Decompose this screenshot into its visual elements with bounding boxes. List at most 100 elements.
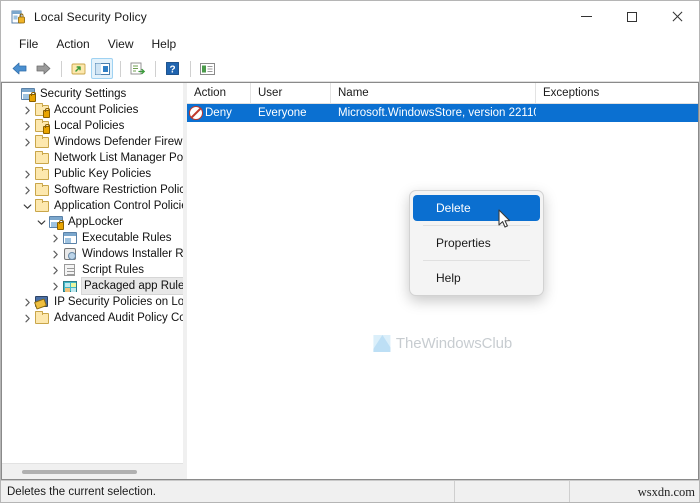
window-title: Local Security Policy: [34, 9, 147, 24]
menu-help[interactable]: Help: [143, 35, 186, 54]
menu-view[interactable]: View: [99, 35, 143, 54]
tree-item-label: Security Settings: [40, 88, 127, 100]
menu-action[interactable]: Action: [47, 35, 98, 54]
folder-icon: [34, 310, 50, 326]
console-tree[interactable]: Security Settings Account Policies Local P…: [2, 83, 183, 463]
context-menu-item-help[interactable]: Help: [413, 265, 540, 291]
chevron-none: [6, 86, 20, 102]
cell-name: Microsoft.WindowsStore, version 22110...: [338, 107, 536, 119]
status-bar: Deletes the current selection.: [1, 480, 699, 502]
toolbar: ?: [1, 56, 699, 82]
close-button[interactable]: [654, 1, 699, 32]
title-bar: Local Security Policy: [1, 1, 699, 32]
forward-icon[interactable]: [32, 58, 54, 79]
tree-item[interactable]: Security Settings: [2, 86, 183, 102]
security-policy-icon: [10, 9, 26, 25]
deny-icon: [189, 106, 203, 120]
minimize-button[interactable]: [564, 1, 609, 32]
tree-item[interactable]: Executable Rules: [2, 230, 183, 246]
up-folder-icon[interactable]: [67, 58, 89, 79]
installer-rules-icon: [62, 246, 78, 262]
cell-action-text: Deny: [205, 107, 232, 119]
tree-item-label: Network List Manager Policies: [54, 152, 183, 164]
context-menu[interactable]: Delete Properties Help: [409, 190, 544, 296]
tree-item[interactable]: Application Control Policies: [2, 198, 183, 214]
chevron-down-icon[interactable]: [34, 214, 48, 230]
chevron-none: [20, 150, 34, 166]
rules-list-pane: Action User Name Exceptions Deny Everyone Mic…: [187, 82, 699, 480]
column-header-exceptions[interactable]: Exceptions: [536, 83, 698, 103]
tree-item[interactable]: Windows Defender Firewall wi: [2, 134, 183, 150]
chevron-right-icon[interactable]: [20, 166, 34, 182]
security-settings-icon: [20, 86, 36, 102]
svg-text:?: ?: [169, 64, 175, 75]
chevron-right-icon[interactable]: [48, 246, 62, 262]
context-menu-separator-2: [423, 260, 530, 261]
local-security-policy-window: Local Security Policy File Action View H…: [0, 0, 700, 503]
toolbar-separator-1: [61, 60, 62, 77]
cell-user: Everyone: [258, 107, 307, 119]
context-menu-separator-1: [423, 225, 530, 226]
chevron-down-icon[interactable]: [20, 198, 34, 214]
chevron-right-icon[interactable]: [20, 118, 34, 134]
tree-horizontal-scrollbar[interactable]: [2, 463, 183, 479]
tree-item[interactable]: IP Security Policies on Local C: [2, 294, 183, 310]
packaged-app-rules-icon: [62, 278, 78, 294]
tree-item[interactable]: AppLocker: [2, 214, 183, 230]
tree-item-label: Software Restriction Policies: [54, 184, 183, 196]
tree-item-label: Script Rules: [82, 264, 144, 276]
chevron-right-icon[interactable]: [48, 230, 62, 246]
show-hide-console-tree-icon[interactable]: [91, 58, 113, 79]
tree-item[interactable]: Network List Manager Policies: [2, 150, 183, 166]
applocker-icon: [48, 214, 64, 230]
script-rules-icon: [62, 262, 78, 278]
column-header-user[interactable]: User: [251, 83, 331, 103]
folder-icon: [34, 166, 50, 182]
help-icon[interactable]: ?: [161, 58, 183, 79]
menu-file[interactable]: File: [10, 35, 47, 54]
tree-item[interactable]: Account Policies: [2, 102, 183, 118]
table-row[interactable]: Deny Everyone Microsoft.WindowsStore, vers…: [187, 104, 698, 122]
tree-item[interactable]: Windows Installer Rule: [2, 246, 183, 262]
tree-item-label: Local Policies: [54, 120, 125, 132]
tree-item-label: Packaged app Rules: [80, 277, 183, 295]
tree-item-label: Public Key Policies: [54, 168, 152, 180]
folder-icon: [34, 134, 50, 150]
context-menu-item-delete[interactable]: Delete: [413, 195, 540, 221]
cell-action: Deny: [187, 106, 251, 120]
console-tree-pane: Security Settings Account Policies Local P…: [1, 82, 183, 480]
tree-item-label: Windows Installer Rule: [82, 248, 183, 260]
tree-item-label: Executable Rules: [82, 232, 172, 244]
folder-lock-icon: [34, 102, 50, 118]
chevron-right-icon[interactable]: [20, 310, 34, 326]
tree-scrollbar-thumb[interactable]: [22, 469, 137, 474]
folder-icon: [34, 150, 50, 166]
chevron-right-icon[interactable]: [20, 182, 34, 198]
properties-icon[interactable]: [196, 58, 218, 79]
tree-item[interactable]: Local Policies: [2, 118, 183, 134]
back-icon[interactable]: [8, 58, 30, 79]
tree-item-label: Windows Defender Firewall wi: [54, 136, 183, 148]
toolbar-separator-2: [120, 60, 121, 77]
column-header-action[interactable]: Action: [187, 83, 251, 103]
chevron-right-icon[interactable]: [20, 134, 34, 150]
chevron-right-icon[interactable]: [48, 278, 62, 294]
tree-item[interactable]: Packaged app Rules: [2, 277, 183, 295]
tree-item-label: Account Policies: [54, 104, 139, 116]
maximize-button[interactable]: [609, 1, 654, 32]
tree-item[interactable]: Script Rules: [2, 262, 183, 278]
chevron-right-icon[interactable]: [20, 102, 34, 118]
chevron-right-icon[interactable]: [48, 262, 62, 278]
export-list-icon[interactable]: [126, 58, 148, 79]
tree-item[interactable]: Public Key Policies: [2, 166, 183, 182]
chevron-right-icon[interactable]: [20, 294, 34, 310]
executable-rules-icon: [62, 230, 78, 246]
folder-icon: [34, 198, 50, 214]
context-menu-item-properties[interactable]: Properties: [413, 230, 540, 256]
list-column-headers: Action User Name Exceptions: [187, 83, 698, 104]
tree-item[interactable]: Software Restriction Policies: [2, 182, 183, 198]
tree-item[interactable]: Advanced Audit Policy Config: [2, 310, 183, 326]
folder-lock-icon: [34, 118, 50, 134]
status-message: Deletes the current selection.: [7, 485, 156, 498]
column-header-name[interactable]: Name: [331, 83, 536, 103]
